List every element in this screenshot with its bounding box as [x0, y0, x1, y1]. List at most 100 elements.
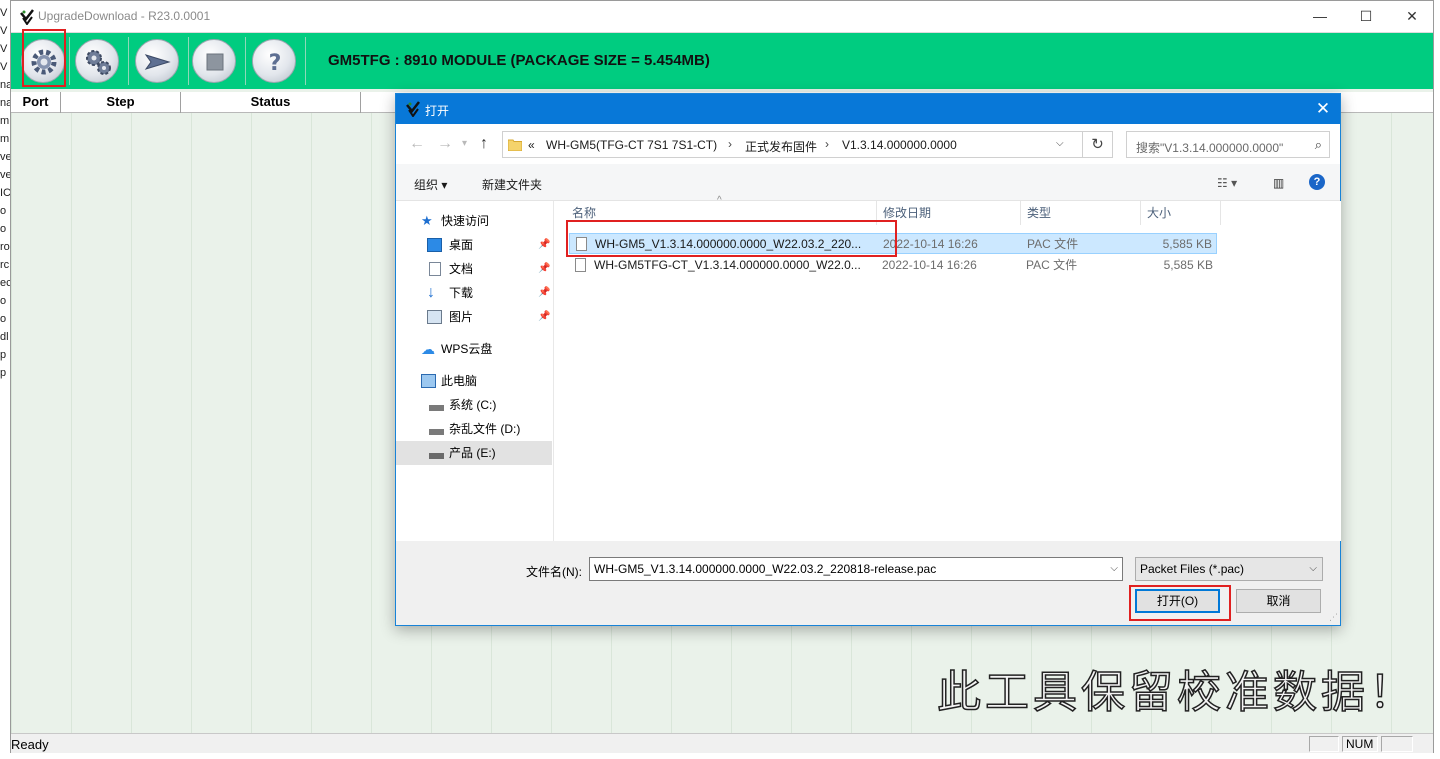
nav-wps-cloud[interactable]: ☁ WPS云盘 — [396, 337, 552, 361]
dialog-title: 打开 — [425, 104, 450, 118]
nav-desktop[interactable]: 桌面 📌 — [396, 233, 552, 257]
recent-locations-chevron-icon[interactable]: ▾ — [462, 138, 467, 149]
filename-dropdown-icon[interactable]: ⌵ — [1110, 558, 1118, 580]
toolbar-separator — [245, 37, 246, 85]
back-arrow-icon[interactable]: ← — [409, 135, 425, 153]
nav-documents[interactable]: 文档 📌 — [396, 257, 552, 281]
dialog-close-button[interactable]: ✕ — [1306, 94, 1340, 124]
drive-d-icon — [429, 429, 444, 435]
settings-button[interactable] — [75, 39, 119, 83]
background-strip-char: m — [0, 115, 10, 127]
breadcrumb-overflow[interactable]: « — [528, 138, 535, 152]
minimize-button[interactable]: — — [1297, 1, 1343, 32]
toolbar-separator — [305, 37, 306, 85]
column-status[interactable]: Status — [181, 92, 361, 113]
background-strip-char: ve — [0, 151, 10, 163]
status-ready-text: Ready — [11, 737, 49, 752]
drive-e-icon — [429, 453, 444, 459]
forward-arrow-icon[interactable]: → — [437, 135, 453, 153]
help-icon: ? — [269, 51, 282, 76]
pictures-icon — [427, 310, 442, 324]
breadcrumb-item[interactable]: 正式发布固件 — [745, 138, 817, 155]
filename-input[interactable]: WH-GM5_V1.3.14.000000.0000_W22.03.2_2208… — [589, 557, 1123, 581]
file-icon — [575, 258, 586, 272]
background-strip-char: dl — [0, 331, 9, 343]
command-bar: 组织 ▾ 新建文件夹 ☷ ▾ ▥ ? — [396, 164, 1340, 201]
nav-pictures[interactable]: 图片 📌 — [396, 305, 552, 329]
breadcrumb-chevron-icon[interactable]: › — [825, 137, 829, 151]
background-strip-char: V — [0, 61, 8, 73]
load-button-highlight-box — [22, 29, 66, 87]
nav-label: 图片 — [449, 310, 474, 324]
address-bar[interactable]: « WH-GM5(TFG-CT 7S1 7S1-CT) › 正式发布固件 › V… — [502, 131, 1113, 158]
nav-drive-c[interactable]: 系统 (C:) — [396, 393, 552, 417]
toolbar-separator — [69, 37, 70, 85]
nav-label: 杂乱文件 (D:) — [449, 422, 521, 436]
start-download-button[interactable] — [135, 39, 179, 83]
title-bar: UpgradeDownload - R23.0.0001 — ☐ ✕ — [11, 1, 1433, 32]
status-pane-scroll — [1381, 736, 1413, 752]
new-folder-button[interactable]: 新建文件夹 — [482, 176, 542, 193]
pin-icon[interactable]: 📌 — [538, 305, 550, 329]
package-title: GM5TFG : 8910 MODULE (PACKAGE SIZE = 5.4… — [328, 52, 710, 69]
help-icon[interactable]: ? — [1309, 174, 1325, 190]
organize-menu[interactable]: 组织 ▾ — [414, 176, 447, 193]
refresh-button[interactable]: ↻ — [1082, 131, 1113, 158]
file-type: PAC 文件 — [1026, 258, 1078, 272]
pin-icon[interactable]: 📌 — [538, 257, 550, 281]
background-strip-char: V — [0, 7, 8, 19]
column-type[interactable]: 类型 — [1021, 201, 1141, 225]
breadcrumb-chevron-icon[interactable]: › — [728, 137, 732, 151]
resize-grip-icon[interactable]: ⋰ — [1329, 612, 1338, 623]
filename-value: WH-GM5_V1.3.14.000000.0000_W22.03.2_2208… — [594, 562, 937, 576]
preview-pane-icon[interactable]: ▥ — [1273, 176, 1284, 190]
background-window-strip: V V V Vna na m m ve ve IC o o ro rc ec o o dl p p — [0, 0, 10, 430]
pin-icon[interactable]: 📌 — [538, 233, 550, 257]
nav-drive-e[interactable]: 产品 (E:) — [396, 441, 552, 465]
breadcrumb-item[interactable]: V1.3.14.000000.0000 — [842, 138, 957, 152]
toolbar: ? GM5TFG : 8910 MODULE (PACKAGE SIZE = 5… — [11, 32, 1433, 89]
view-options-icon[interactable]: ☷ ▾ — [1217, 176, 1237, 190]
nav-downloads[interactable]: ↓ 下载 📌 — [396, 281, 552, 305]
file-highlight-box — [566, 220, 897, 257]
column-port[interactable]: Port — [11, 92, 61, 113]
maximize-button[interactable]: ☐ — [1343, 1, 1389, 32]
settings-gears-icon — [86, 50, 111, 75]
nav-drive-d[interactable]: 杂乱文件 (D:) — [396, 417, 552, 441]
nav-quick-access[interactable]: ★ 快速访问 — [396, 209, 552, 233]
background-strip-char: m — [0, 133, 10, 145]
column-size[interactable]: 大小 — [1141, 201, 1221, 225]
close-window-button[interactable]: ✕ — [1389, 1, 1435, 32]
filename-label: 文件名(N): — [526, 565, 582, 579]
background-strip-char: ve — [0, 169, 10, 181]
nav-label: 此电脑 — [441, 374, 478, 388]
up-arrow-icon[interactable]: ↑ — [480, 135, 488, 153]
search-placeholder: 搜索"V1.3.14.000000.0000" — [1136, 141, 1284, 155]
pin-icon[interactable]: 📌 — [538, 281, 550, 305]
address-dropdown-icon[interactable]: ⌵ — [1056, 138, 1064, 149]
cloud-icon: ☁ — [421, 341, 435, 357]
background-strip-char: ro — [0, 241, 10, 253]
column-step[interactable]: Step — [61, 92, 181, 113]
breadcrumb-item[interactable]: WH-GM5(TFG-CT 7S1 7S1-CT) — [546, 138, 717, 152]
search-input[interactable]: 搜索"V1.3.14.000000.0000" ⌕ — [1126, 131, 1330, 158]
drive-c-icon — [429, 405, 444, 411]
open-button-highlight-box — [1129, 585, 1231, 621]
documents-icon — [429, 262, 441, 276]
nav-label: 桌面 — [449, 238, 474, 252]
folder-icon — [508, 139, 522, 151]
column-modified-date[interactable]: 修改日期 — [877, 201, 1021, 225]
file-row[interactable]: WH-GM5TFG-CT_V1.3.14.000000.0000_W22.0..… — [569, 255, 1217, 276]
nav-label: WPS云盘 — [441, 342, 493, 356]
sort-ascending-icon: ^ — [717, 195, 722, 206]
svg-text:?: ? — [269, 51, 282, 76]
nav-label: 文档 — [449, 262, 474, 276]
cancel-button[interactable]: 取消 — [1236, 589, 1321, 613]
nav-this-pc[interactable]: 此电脑 — [396, 369, 552, 393]
help-button[interactable]: ? — [252, 39, 296, 83]
stop-download-button[interactable] — [192, 39, 236, 83]
file-date: 2022-10-14 16:26 — [883, 237, 978, 251]
background-strip-char: p — [0, 367, 7, 379]
file-type-filter-select[interactable]: Packet Files (*.pac) ⌵ — [1135, 557, 1323, 581]
app-logo-icon — [406, 101, 420, 117]
